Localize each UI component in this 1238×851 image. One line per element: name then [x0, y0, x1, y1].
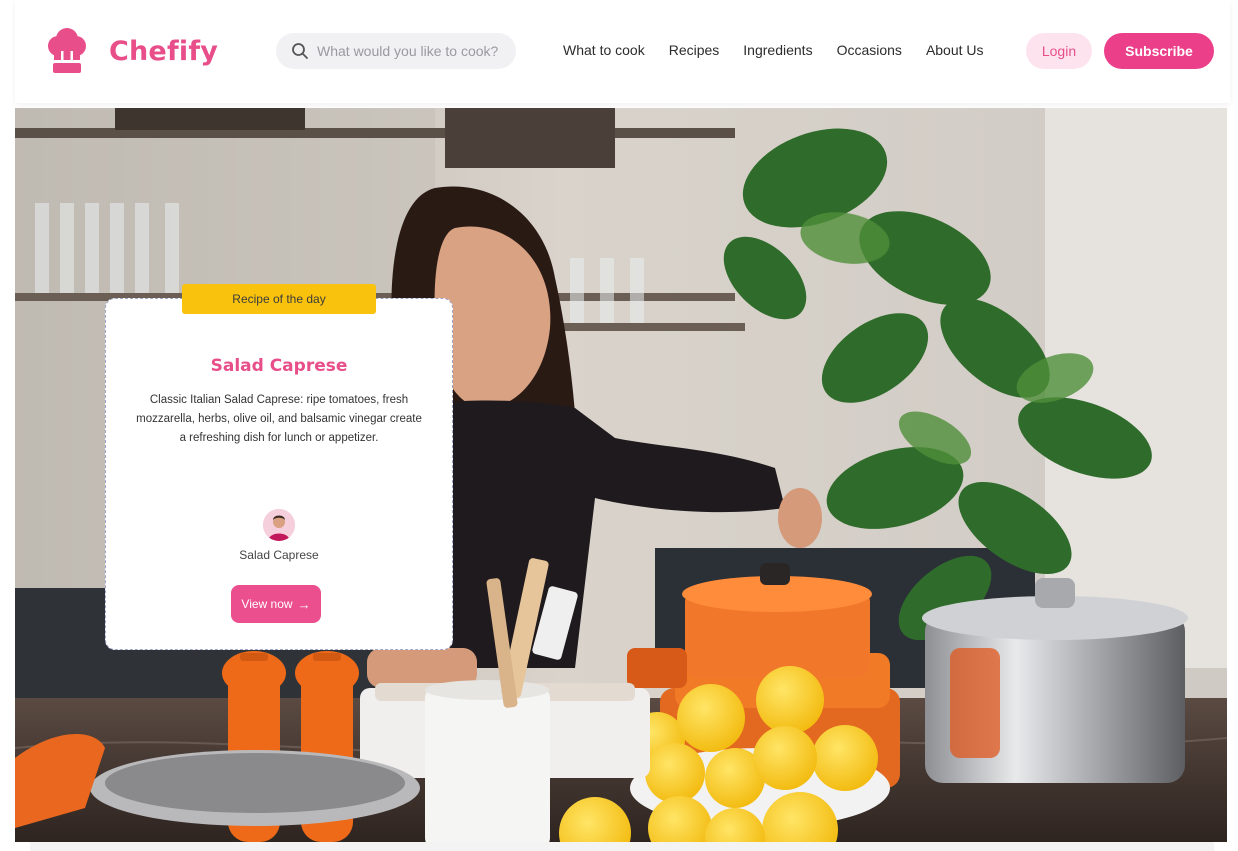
site-header: Chefify What to cook Recipes Ingredients…: [15, 0, 1230, 103]
search-icon: [292, 43, 308, 59]
view-now-label: View now: [241, 597, 293, 611]
recipe-of-the-day-badge: Recipe of the day: [182, 284, 376, 314]
nav-item-occasions[interactable]: Occasions: [837, 42, 902, 58]
recipe-title[interactable]: Salad Caprese: [106, 356, 452, 376]
nav-item-recipes[interactable]: Recipes: [669, 42, 720, 58]
page-bottom-strip: [30, 842, 1214, 851]
recipe-of-the-day-card: Recipe of the day Salad Caprese Classic …: [105, 284, 453, 650]
author-avatar[interactable]: [263, 509, 295, 541]
arrow-right-icon: →: [297, 596, 311, 612]
nav-item-what-to-cook[interactable]: What to cook: [563, 42, 645, 58]
nav-item-ingredients[interactable]: Ingredients: [743, 42, 812, 58]
main-nav: What to cook Recipes Ingredients Occasio…: [563, 42, 984, 58]
logo[interactable]: Chefify: [42, 26, 218, 76]
search-input[interactable]: [317, 43, 512, 59]
search-bar[interactable]: [276, 33, 516, 69]
author-name: Salad Caprese: [239, 548, 319, 562]
subscribe-button[interactable]: Subscribe: [1104, 33, 1214, 69]
login-button[interactable]: Login: [1026, 33, 1092, 69]
nav-item-about-us[interactable]: About Us: [926, 42, 984, 58]
chef-hat-icon: [48, 28, 86, 73]
brand-name: Chefify: [109, 35, 219, 67]
view-now-button[interactable]: View now →: [231, 585, 321, 623]
avatar-person-icon: [263, 509, 295, 541]
recipe-description: Classic Italian Salad Caprese: ripe toma…: [136, 394, 422, 444]
